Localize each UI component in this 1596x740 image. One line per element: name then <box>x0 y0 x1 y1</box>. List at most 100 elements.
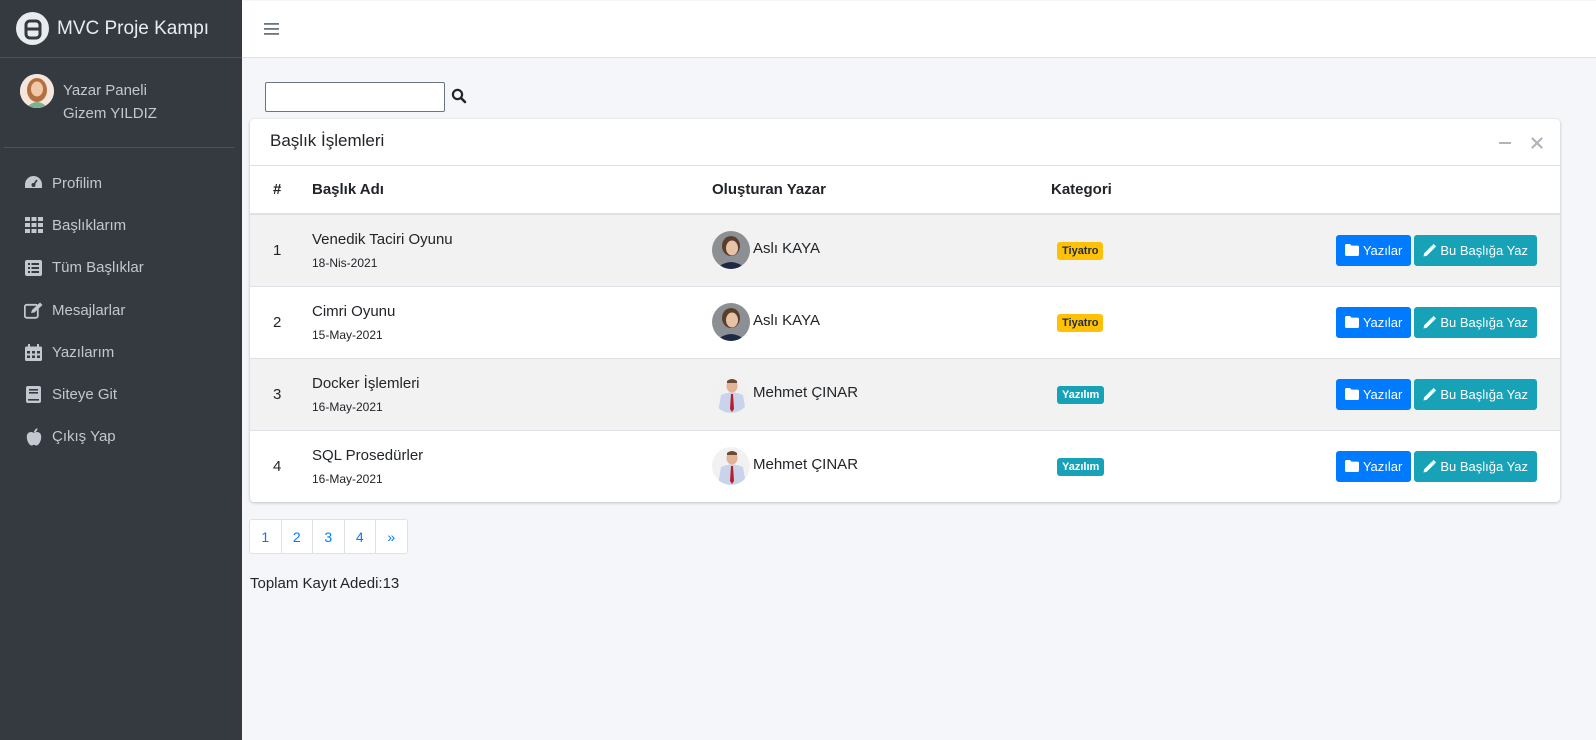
total-records-text: Toplam Kayıt Adedi:13 <box>250 575 400 592</box>
sidebar-item-label: Mesajlarlar <box>52 301 126 319</box>
table-header-row: # Başlık Adı Oluşturan Yazar Kategori <box>250 166 1560 214</box>
card-title: Başlık İşlemleri <box>270 131 385 150</box>
column-header-author: Oluşturan Yazar <box>712 181 826 198</box>
author-avatar <box>712 447 750 486</box>
page-link-next[interactable]: » <box>375 519 408 554</box>
column-header-category: Kategori <box>1051 181 1112 198</box>
pencil-icon <box>1423 459 1437 473</box>
table-row: 3 Docker İşlemleri 16-May-2021 Mehmet ÇI… <box>250 358 1560 430</box>
category-badge: Yazılım <box>1057 385 1105 404</box>
category-badge: Tiyatro <box>1057 313 1104 332</box>
sidebar-item-yazilarim[interactable]: Yazılarım <box>0 331 242 373</box>
sidebar-item-label: Profilim <box>52 174 103 192</box>
author-avatar <box>712 375 750 413</box>
user-avatar[interactable] <box>20 74 54 108</box>
close-icon[interactable] <box>1529 135 1545 151</box>
sidebar-nav: Profilim Başlıklarım Tüm Başlıklar Mesaj… <box>0 148 242 458</box>
table-row: 4 SQL Prosedürler 16-May-2021 Mehmet ÇIN… <box>250 430 1560 502</box>
book-icon <box>24 385 43 404</box>
search-icon[interactable] <box>451 88 467 104</box>
hamburger-menu-icon[interactable] <box>264 20 280 37</box>
sidebar-item-label: Tüm Başlıklar <box>52 259 144 277</box>
table-row: 1 Venedik Taciri Oyunu 18-Nis-2021 Aslı … <box>250 214 1560 286</box>
write-to-topic-button[interactable]: Bu Başlığa Yaz <box>1414 306 1537 338</box>
topic-date: 16-May-2021 <box>312 399 383 414</box>
page-link-3[interactable]: 3 <box>312 519 345 554</box>
brand-link[interactable]: MVC Proje Kampı <box>0 0 242 58</box>
sidebar-item-siteye-git[interactable]: Siteye Git <box>0 373 242 415</box>
author-name: Mehmet ÇINAR <box>753 455 859 473</box>
author-name: Aslı KAYA <box>753 311 820 329</box>
author-name: Mehmet ÇINAR <box>753 383 859 401</box>
write-to-topic-button[interactable]: Bu Başlığa Yaz <box>1414 234 1537 266</box>
topics-card: Başlık İşlemleri # Başlık Adı Oluşturan … <box>250 119 1560 502</box>
user-name[interactable]: Gizem YILDIZ <box>63 102 157 125</box>
brand-logo-icon <box>16 12 49 45</box>
author-avatar <box>712 231 750 270</box>
posts-button-label: Yazılar <box>1362 458 1403 474</box>
posts-button[interactable]: Yazılar <box>1335 306 1412 338</box>
posts-button-label: Yazılar <box>1362 242 1403 258</box>
category-badge: Yazılım <box>1057 457 1105 476</box>
table-row: 2 Cimri Oyunu 15-May-2021 Aslı KAYA Tiya… <box>250 286 1560 358</box>
grid-icon <box>24 216 43 235</box>
sidebar-item-basliklarim[interactable]: Başlıklarım <box>0 204 242 246</box>
folder-icon <box>1344 460 1359 473</box>
posts-button[interactable]: Yazılar <box>1335 450 1412 482</box>
list-icon <box>24 258 43 277</box>
write-button-label: Bu Başlığa Yaz <box>1440 314 1528 330</box>
topic-title: Venedik Taciri Oyunu <box>312 230 453 248</box>
sidebar-item-mesajlar[interactable]: Mesajlarlar <box>0 289 242 331</box>
search-input[interactable] <box>265 82 445 112</box>
column-header-title: Başlık Adı <box>312 181 384 198</box>
sidebar-item-label: Yazılarım <box>52 343 115 361</box>
write-button-label: Bu Başlığa Yaz <box>1440 242 1528 258</box>
write-button-label: Bu Başlığa Yaz <box>1440 458 1528 474</box>
posts-button-label: Yazılar <box>1362 314 1403 330</box>
tachometer-icon <box>24 174 43 193</box>
pencil-icon <box>1423 315 1437 328</box>
page-link-4[interactable]: 4 <box>343 519 376 554</box>
sidebar-item-tum-basliklar[interactable]: Tüm Başlıklar <box>0 247 242 289</box>
row-number: 4 <box>273 457 282 475</box>
apple-icon <box>24 427 43 446</box>
folder-icon <box>1344 244 1359 257</box>
edit-icon <box>24 301 43 320</box>
collapse-icon[interactable] <box>1497 135 1513 151</box>
sidebar-item-label: Çıkış Yap <box>52 428 116 446</box>
topic-date: 18-Nis-2021 <box>312 255 378 270</box>
topic-title: SQL Prosedürler <box>312 446 424 464</box>
topic-date: 15-May-2021 <box>312 327 383 342</box>
author-avatar <box>712 303 750 341</box>
write-button-label: Bu Başlığa Yaz <box>1440 386 1528 402</box>
pencil-icon <box>1423 387 1437 400</box>
write-to-topic-button[interactable]: Bu Başlığa Yaz <box>1414 378 1537 410</box>
row-number: 3 <box>273 385 282 403</box>
sidebar-item-profilim[interactable]: Profilim <box>0 162 242 204</box>
column-header-num: # <box>273 181 282 198</box>
pagination: 1 2 3 4 » <box>249 519 408 554</box>
row-number: 2 <box>273 313 282 331</box>
sidebar-item-label: Başlıklarım <box>52 216 127 234</box>
row-number: 1 <box>273 241 282 259</box>
write-to-topic-button[interactable]: Bu Başlığa Yaz <box>1414 450 1537 482</box>
topics-table: # Başlık Adı Oluşturan Yazar Kategori 1 … <box>250 166 1560 502</box>
topic-title: Docker İşlemleri <box>312 374 420 392</box>
topic-date: 16-May-2021 <box>312 471 383 486</box>
posts-button[interactable]: Yazılar <box>1335 234 1412 266</box>
folder-icon <box>1344 388 1359 400</box>
page-link-2[interactable]: 2 <box>280 519 313 554</box>
user-panel-label: Yazar Paneli <box>63 82 147 99</box>
sidebar: MVC Proje Kampı Yazar Paneli Gizem YILDI… <box>0 0 242 740</box>
user-panel: Yazar Paneli Gizem YILDIZ <box>4 58 234 148</box>
page-link-1[interactable]: 1 <box>249 519 282 554</box>
brand-title: MVC Proje Kampı <box>57 17 210 39</box>
posts-button[interactable]: Yazılar <box>1335 378 1412 410</box>
sidebar-item-label: Siteye Git <box>52 386 118 404</box>
folder-icon <box>1344 316 1359 328</box>
top-navbar <box>242 1 1596 58</box>
pencil-icon <box>1423 243 1437 257</box>
calendar-icon <box>24 343 43 362</box>
sidebar-item-cikis-yap[interactable]: Çıkış Yap <box>0 416 242 458</box>
author-name: Aslı KAYA <box>753 239 820 257</box>
